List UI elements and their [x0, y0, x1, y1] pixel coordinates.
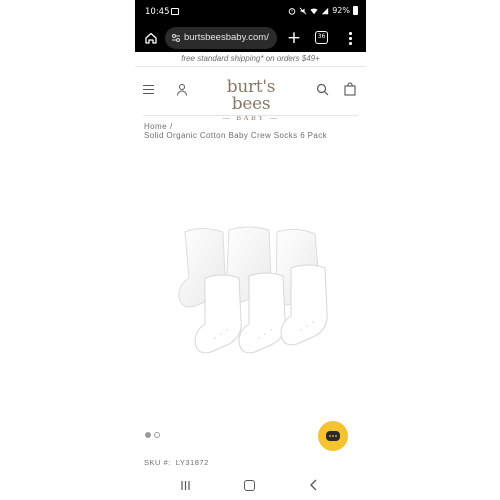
back-icon[interactable] — [309, 479, 319, 491]
system-nav-bar — [135, 474, 366, 500]
recents-icon[interactable] — [180, 480, 191, 491]
battery-icon — [353, 6, 358, 15]
divider — [135, 66, 366, 67]
alarm-icon — [288, 7, 296, 15]
home-nav-icon[interactable] — [244, 480, 255, 491]
browser-toolbar: burtsbeesbaby.com/ + 36 — [135, 24, 366, 52]
right-background — [366, 0, 500, 500]
site-settings-icon[interactable] — [171, 33, 181, 43]
left-background — [0, 0, 135, 500]
hamburger-menu-icon[interactable] — [143, 85, 154, 95]
site-header: burt's bees — BABY — — [135, 70, 366, 122]
breadcrumb-home-link[interactable]: Home — [144, 122, 167, 131]
product-image-socks[interactable] — [165, 220, 335, 370]
sku-value: LY31872 — [175, 458, 209, 467]
carousel-dot-1[interactable] — [145, 432, 151, 438]
chat-icon — [326, 431, 340, 441]
phone-screen: 10:45 92% burtsbeesbaby.com/ + 36 free s… — [135, 0, 366, 500]
signal-icon — [322, 7, 329, 14]
logo-main-text: burt's bees — [226, 77, 276, 114]
wifi-icon — [310, 7, 318, 14]
tab-switcher-button[interactable]: 36 — [315, 31, 328, 44]
more-menu-icon[interactable] — [345, 30, 355, 46]
sku-label: SKU #: — [144, 458, 171, 467]
url-text: burtsbeesbaby.com/ — [184, 32, 269, 43]
account-icon[interactable] — [176, 83, 188, 96]
status-time: 10:45 — [145, 7, 170, 17]
mute-icon — [299, 7, 307, 14]
brand-logo[interactable]: burt's bees — BABY — — [205, 79, 297, 123]
breadcrumb: Home / Solid Organic Cotton Baby Crew Soc… — [144, 122, 327, 141]
promo-banner[interactable]: free standard shipping* on orders $49+ — [135, 52, 366, 66]
sku-line: SKU #: LY31872 — [144, 458, 209, 467]
image-icon — [171, 8, 179, 15]
divider — [143, 115, 358, 116]
chat-button[interactable] — [318, 421, 348, 451]
home-icon[interactable] — [144, 31, 158, 45]
breadcrumb-separator: / — [169, 122, 173, 131]
carousel-indicator — [145, 432, 160, 438]
shopping-bag-icon[interactable] — [344, 82, 356, 96]
status-icons: 92% — [288, 6, 358, 15]
carousel-dot-2[interactable] — [154, 432, 160, 438]
address-bar[interactable]: burtsbeesbaby.com/ — [165, 27, 277, 49]
status-bar: 10:45 92% — [135, 0, 366, 24]
search-icon[interactable] — [316, 83, 329, 96]
breadcrumb-current: Solid Organic Cotton Baby Crew Socks 6 P… — [144, 131, 328, 140]
new-tab-button[interactable]: + — [285, 28, 303, 48]
battery-percent: 92% — [332, 6, 350, 15]
